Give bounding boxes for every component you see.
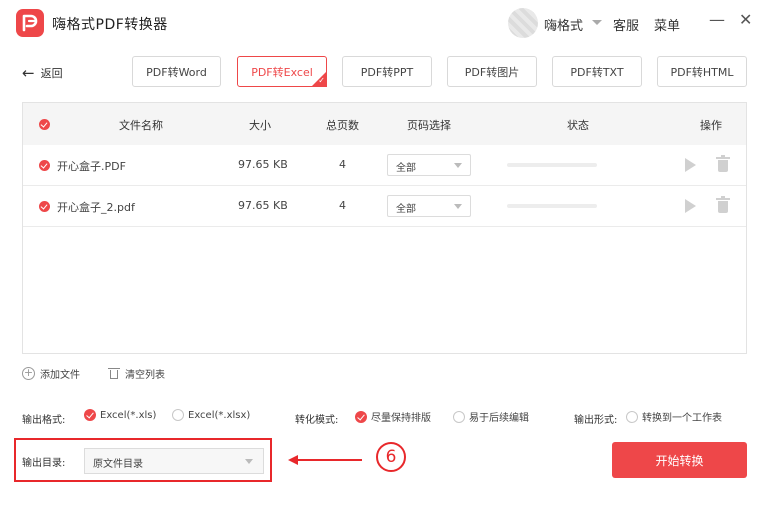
header-page-select: 页码选择 xyxy=(407,119,451,132)
tab-pdf-to-ppt[interactable]: PDF转PPT xyxy=(342,56,432,87)
add-file-label: 添加文件 xyxy=(40,370,80,381)
chevron-down-icon xyxy=(454,204,462,209)
user-dropdown-icon[interactable] xyxy=(592,20,602,25)
check-icon: ✓ xyxy=(318,76,325,85)
page-select-value: 全部 xyxy=(396,204,416,215)
radio-checked-icon xyxy=(355,410,367,423)
file-name: 开心盒子.PDF xyxy=(57,160,126,173)
customer-service-link[interactable]: 客服 xyxy=(613,15,639,34)
progress-bar xyxy=(507,163,597,167)
output-dir-dropdown[interactable]: 原文件目录 xyxy=(84,448,264,474)
output-dir-value: 原文件目录 xyxy=(93,459,143,470)
page-select-dropdown[interactable]: 全部 xyxy=(387,154,471,176)
progress-bar xyxy=(507,204,597,208)
chevron-down-icon xyxy=(245,459,253,464)
radio-easy-edit-label: 易于后续编辑 xyxy=(469,413,529,424)
tab-pdf-to-html[interactable]: PDF转HTML xyxy=(657,56,747,87)
delete-icon[interactable] xyxy=(716,155,730,173)
table-header: 文件名称 大小 总页数 页码选择 状态 操作 xyxy=(23,103,746,145)
header-size: 大小 xyxy=(249,119,271,132)
tab-pdf-to-word[interactable]: PDF转Word xyxy=(132,56,221,87)
close-button[interactable]: ✕ xyxy=(739,10,752,29)
table-row: 开心盒子.PDF 97.65 KB 4 全部 xyxy=(23,145,746,186)
header-pages: 总页数 xyxy=(326,119,359,132)
play-icon[interactable] xyxy=(685,158,696,172)
file-name: 开心盒子_2.pdf xyxy=(57,201,135,214)
radio-one-sheet-label: 转换到一个工作表 xyxy=(642,413,722,424)
start-convert-button[interactable]: 开始转换 xyxy=(612,442,747,478)
trash-icon xyxy=(108,367,120,380)
arrow-left-icon xyxy=(288,455,298,465)
plus-circle-icon: + xyxy=(22,366,35,380)
file-size: 97.65 KB xyxy=(238,158,288,171)
row-checkbox[interactable] xyxy=(39,201,50,212)
header-file-name: 文件名称 xyxy=(119,119,163,132)
play-icon[interactable] xyxy=(685,199,696,213)
clear-list-label: 清空列表 xyxy=(125,370,165,381)
chevron-down-icon xyxy=(454,163,462,168)
radio-xlsx-label: Excel(*.xlsx) xyxy=(188,409,251,421)
radio-unchecked-icon xyxy=(172,409,184,421)
minimize-button[interactable]: — xyxy=(709,10,725,29)
row-checkbox[interactable] xyxy=(39,160,50,171)
step-number-badge: 6 xyxy=(376,442,406,472)
app-title: 嗨格式PDF转换器 xyxy=(52,17,168,33)
file-table: 文件名称 大小 总页数 页码选择 状态 操作 开心盒子.PDF 97.65 KB… xyxy=(22,102,747,354)
username[interactable]: 嗨格式 xyxy=(544,15,583,34)
header-status: 状态 xyxy=(567,119,589,132)
tab-label: PDF转Excel xyxy=(251,65,313,79)
radio-unchecked-icon xyxy=(453,410,465,423)
back-label: 返回 xyxy=(40,67,63,80)
add-file-button[interactable]: + 添加文件 xyxy=(22,366,80,381)
radio-one-sheet[interactable]: 转换到一个工作表 xyxy=(626,409,722,424)
radio-xls[interactable]: Excel(*.xls) xyxy=(84,409,156,421)
convert-mode-label: 转化模式: xyxy=(295,415,339,426)
file-size: 97.65 KB xyxy=(238,199,288,212)
select-all-checkbox[interactable] xyxy=(39,119,50,130)
menu-link[interactable]: 菜单 xyxy=(654,15,680,34)
output-dir-label: 输出目录: xyxy=(22,458,66,469)
tab-pdf-to-excel[interactable]: PDF转Excel ✓ xyxy=(237,56,327,87)
radio-checked-icon xyxy=(84,409,96,421)
radio-easy-edit[interactable]: 易于后续编辑 xyxy=(453,409,529,424)
pdf-logo-icon xyxy=(16,9,44,37)
output-format-label: 输出格式: xyxy=(22,415,66,426)
avatar[interactable] xyxy=(508,8,538,38)
page-select-value: 全部 xyxy=(396,163,416,174)
arrow-left-icon: ← xyxy=(22,64,35,82)
annotation-arrow-line xyxy=(296,459,362,461)
delete-icon[interactable] xyxy=(716,196,730,214)
back-button[interactable]: ← 返回 xyxy=(22,64,63,82)
header-action: 操作 xyxy=(700,119,722,132)
radio-keep-layout[interactable]: 尽量保持排版 xyxy=(355,409,431,424)
title-bar: 嗨格式PDF转换器 嗨格式 客服 菜单 — ✕ xyxy=(0,0,768,46)
page-select-dropdown[interactable]: 全部 xyxy=(387,195,471,217)
radio-unchecked-icon xyxy=(626,410,638,423)
tab-pdf-to-txt[interactable]: PDF转TXT xyxy=(552,56,642,87)
radio-xlsx[interactable]: Excel(*.xlsx) xyxy=(172,409,250,421)
radio-xls-label: Excel(*.xls) xyxy=(100,409,157,421)
table-row: 开心盒子_2.pdf 97.65 KB 4 全部 xyxy=(23,186,746,227)
clear-list-button[interactable]: 清空列表 xyxy=(108,366,165,381)
page-count: 4 xyxy=(339,158,346,171)
page-count: 4 xyxy=(339,199,346,212)
tab-pdf-to-image[interactable]: PDF转图片 xyxy=(447,56,537,87)
output-form-label: 输出形式: xyxy=(574,415,618,426)
radio-keep-layout-label: 尽量保持排版 xyxy=(371,413,431,424)
